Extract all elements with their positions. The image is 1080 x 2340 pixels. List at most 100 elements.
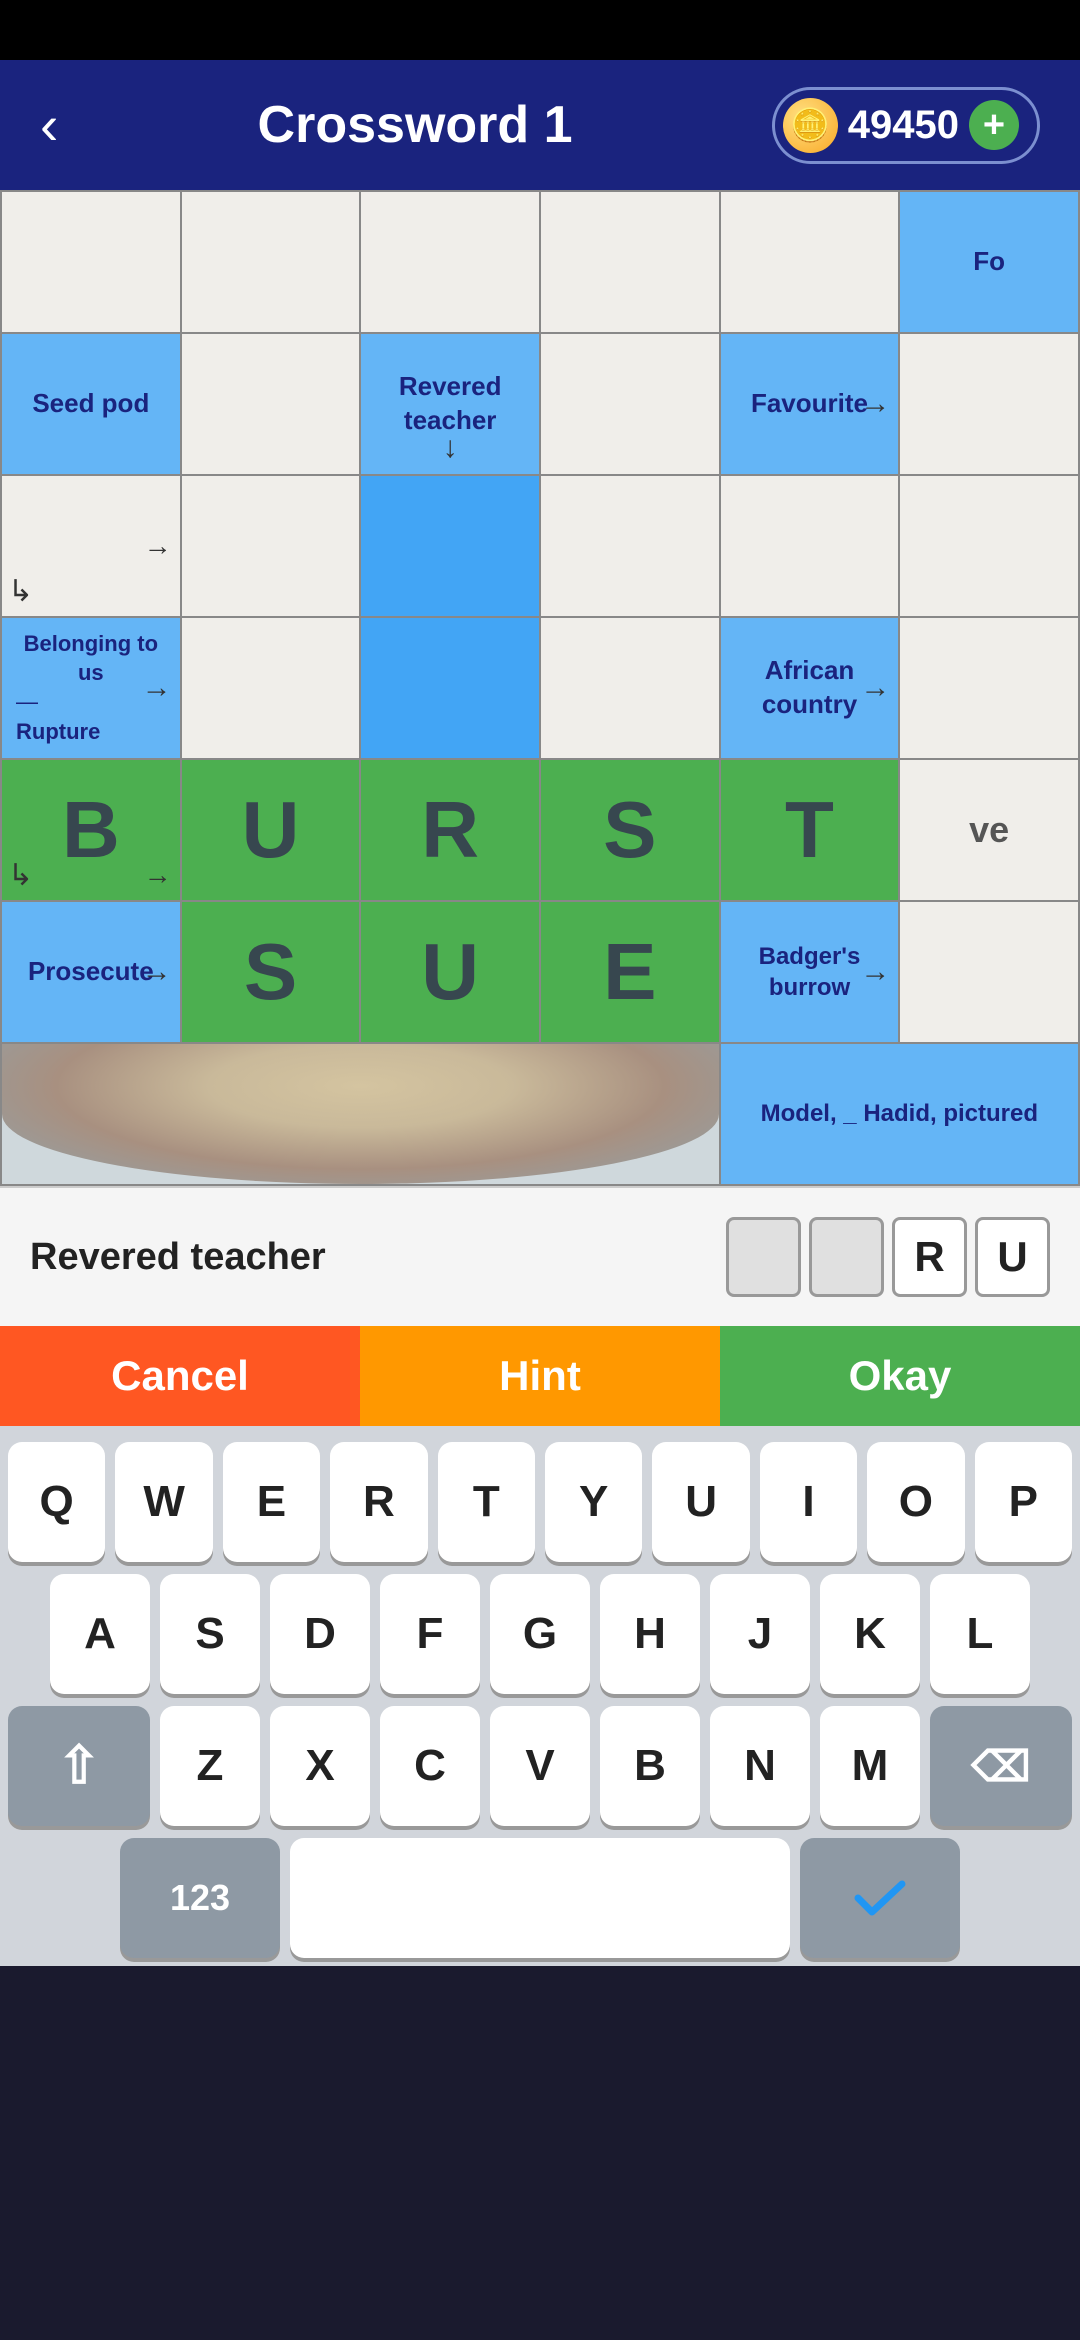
answer-box-4[interactable]: U [975, 1217, 1050, 1297]
cell-r2c4[interactable] [541, 334, 719, 474]
coin-badge: 🪙 49450 + [772, 87, 1040, 164]
cell-r2c6[interactable] [900, 334, 1078, 474]
cell-r3c4[interactable] [541, 476, 719, 616]
fo-clue: Fo [973, 245, 1005, 279]
cell-r5c3[interactable]: R [361, 760, 539, 900]
coin-amount: 49450 [848, 103, 959, 148]
keyboard-row-3: ⇧ Z X C V B N M ⌫ [8, 1706, 1072, 1826]
cell-r2c1[interactable]: Seed pod [2, 334, 180, 474]
active-clue-label: Revered teacher [30, 1236, 706, 1279]
cell-r6c3[interactable]: U [361, 902, 539, 1042]
letter-u2: U [421, 924, 479, 1020]
key-o[interactable]: O [867, 1442, 964, 1562]
key-b[interactable]: B [600, 1706, 700, 1826]
clue-bar: Revered teacher R U [0, 1186, 1080, 1326]
cell-r3c6[interactable] [900, 476, 1078, 616]
cell-r2c5[interactable]: Favourite → [721, 334, 899, 474]
backspace-key[interactable]: ⌫ [930, 1706, 1072, 1826]
letter-r: R [421, 782, 479, 878]
cancel-button[interactable]: Cancel [0, 1326, 360, 1426]
num-key[interactable]: 123 [120, 1838, 280, 1958]
key-w[interactable]: W [115, 1442, 212, 1562]
key-n[interactable]: N [710, 1706, 810, 1826]
answer-box-2[interactable] [809, 1217, 884, 1297]
key-e[interactable]: E [223, 1442, 320, 1562]
arrow-right2-icon: → [144, 529, 172, 563]
cell-r5c4[interactable]: S [541, 760, 719, 900]
key-s[interactable]: S [160, 1574, 260, 1694]
shift-key[interactable]: ⇧ [8, 1706, 150, 1826]
cell-r4c6[interactable] [900, 618, 1078, 758]
page-title: Crossword 1 [258, 95, 573, 155]
answer-box-1[interactable] [726, 1217, 801, 1297]
cell-r4c3[interactable] [361, 618, 539, 758]
letter-t: T [785, 782, 834, 878]
add-coins-button[interactable]: + [969, 100, 1019, 150]
coin-icon: 🪙 [783, 98, 838, 153]
cell-r1c6[interactable]: Fo [900, 192, 1078, 332]
seed-pod-clue: Seed pod [32, 387, 149, 421]
key-q[interactable]: Q [8, 1442, 105, 1562]
answer-box-3[interactable]: R [892, 1217, 967, 1297]
back-button[interactable]: ‹ [40, 93, 58, 157]
cell-r3c3[interactable] [361, 476, 539, 616]
cell-r1c4[interactable] [541, 192, 719, 332]
cell-r5c6[interactable]: ve [900, 760, 1078, 900]
letter-e: E [603, 924, 656, 1020]
key-a[interactable]: A [50, 1574, 150, 1694]
crossword-area: Fo Seed pod Revered teacher ↓ Favourite … [0, 190, 1080, 1186]
hint-button[interactable]: Hint [360, 1326, 720, 1426]
cell-r6c2[interactable]: S [182, 902, 360, 1042]
cell-r2c3[interactable]: Revered teacher ↓ [361, 334, 539, 474]
key-p[interactable]: P [975, 1442, 1072, 1562]
cell-r5c2[interactable]: U [182, 760, 360, 900]
space-key[interactable] [290, 1838, 790, 1958]
keyboard-row-1: Q W E R T Y U I O P [8, 1442, 1072, 1562]
cell-r1c5[interactable] [721, 192, 899, 332]
key-k[interactable]: K [820, 1574, 920, 1694]
cell-r3c5[interactable] [721, 476, 899, 616]
key-c[interactable]: C [380, 1706, 480, 1826]
key-v[interactable]: V [490, 1706, 590, 1826]
key-g[interactable]: G [490, 1574, 590, 1694]
revered-teacher-clue: Revered teacher [369, 370, 531, 438]
key-h[interactable]: H [600, 1574, 700, 1694]
cell-r1c3[interactable] [361, 192, 539, 332]
key-x[interactable]: X [270, 1706, 370, 1826]
cell-r4c5[interactable]: African country → [721, 618, 899, 758]
cell-r2c2[interactable] [182, 334, 360, 474]
cell-r6c5[interactable]: Badger's burrow → [721, 902, 899, 1042]
key-y[interactable]: Y [545, 1442, 642, 1562]
cell-r4c4[interactable] [541, 618, 719, 758]
cell-r4c2[interactable] [182, 618, 360, 758]
crossword-grid: Fo Seed pod Revered teacher ↓ Favourite … [0, 190, 1080, 1186]
key-d[interactable]: D [270, 1574, 370, 1694]
okay-button[interactable]: Okay [720, 1326, 1080, 1426]
key-z[interactable]: Z [160, 1706, 260, 1826]
keyboard-row-4: 123 [8, 1838, 1072, 1958]
cell-r1c2[interactable] [182, 192, 360, 332]
confirm-key[interactable] [800, 1838, 960, 1958]
key-r[interactable]: R [330, 1442, 427, 1562]
cell-r4c1[interactable]: Belonging to us — Rupture → [2, 618, 180, 758]
cell-r6c4[interactable]: E [541, 902, 719, 1042]
cell-r3c1[interactable]: ↳ → [2, 476, 180, 616]
key-t[interactable]: T [438, 1442, 535, 1562]
arrow-diag-icon: → [144, 858, 172, 892]
rupture-clue: Rupture [16, 718, 100, 747]
key-u[interactable]: U [652, 1442, 749, 1562]
key-l[interactable]: L [930, 1574, 1030, 1694]
person-photo [2, 1044, 719, 1184]
cell-r3c2[interactable] [182, 476, 360, 616]
keyboard-row-2: A S D F G H J K L [8, 1574, 1072, 1694]
cell-r5c1[interactable]: ↳ → B [2, 760, 180, 900]
key-i[interactable]: I [760, 1442, 857, 1562]
key-m[interactable]: M [820, 1706, 920, 1826]
key-j[interactable]: J [710, 1574, 810, 1694]
cell-r7c5[interactable]: Model, _ Hadid, pictured [721, 1044, 1078, 1184]
cell-r6c1[interactable]: Prosecute → [2, 902, 180, 1042]
cell-r5c5[interactable]: T [721, 760, 899, 900]
key-f[interactable]: F [380, 1574, 480, 1694]
cell-r6c6[interactable] [900, 902, 1078, 1042]
cell-r1c1[interactable] [2, 192, 180, 332]
